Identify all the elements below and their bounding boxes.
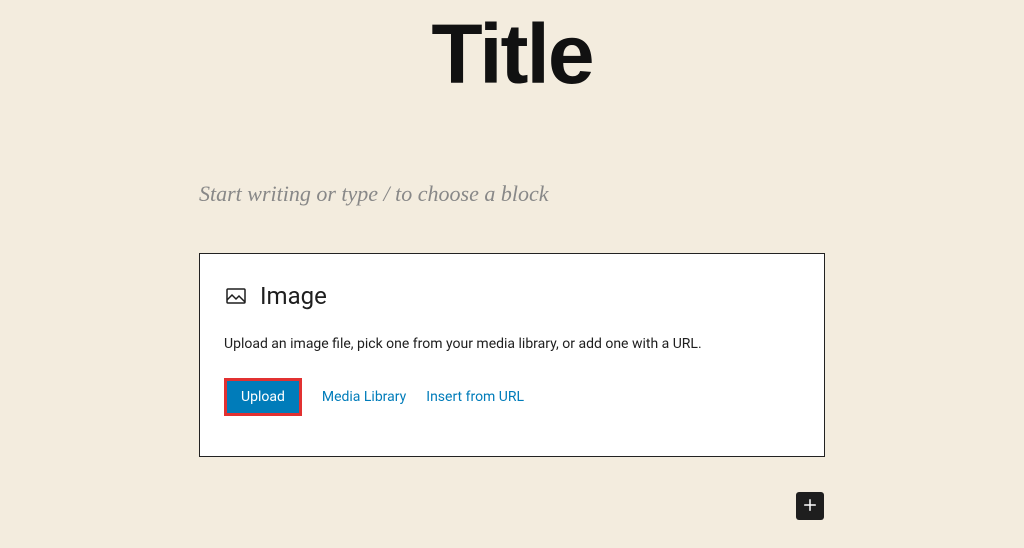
block-title: Image — [260, 282, 327, 310]
insert-url-button[interactable]: Insert from URL — [426, 389, 524, 405]
block-actions: Upload Media Library Insert from URL — [224, 378, 800, 416]
image-block-placeholder: Image Upload an image file, pick one fro… — [199, 253, 825, 457]
add-block-button[interactable] — [796, 492, 824, 520]
image-icon — [224, 284, 248, 308]
block-description: Upload an image file, pick one from your… — [224, 336, 800, 352]
block-header: Image — [224, 282, 800, 310]
page-title[interactable]: Title — [0, 6, 1024, 103]
upload-button[interactable]: Upload — [224, 378, 302, 416]
media-library-button[interactable]: Media Library — [322, 389, 406, 405]
editor-content: Start writing or type / to choose a bloc… — [199, 181, 825, 457]
plus-icon — [801, 496, 819, 517]
block-placeholder[interactable]: Start writing or type / to choose a bloc… — [199, 181, 825, 207]
